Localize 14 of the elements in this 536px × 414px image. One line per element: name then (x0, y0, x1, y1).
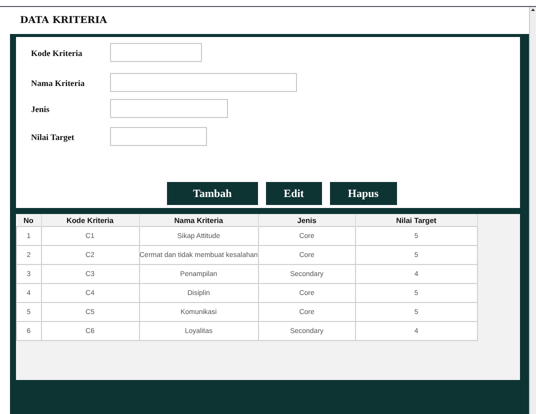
scrollbar[interactable] (529, 7, 536, 414)
input-field[interactable] (110, 99, 228, 118)
field-label: Jenis (31, 104, 50, 114)
scroll-up-icon[interactable] (530, 7, 536, 13)
field-label: Kode Kriteria (31, 48, 84, 58)
action-button[interactable]: Hapus (330, 182, 396, 205)
input-field[interactable] (110, 73, 297, 92)
input-field[interactable] (110, 127, 207, 146)
action-button[interactable]: Edit (266, 182, 322, 205)
input-field[interactable] (110, 43, 202, 62)
field-label: Nilai Target (31, 132, 76, 142)
page-title: DATA KRITERIA (20, 15, 107, 26)
action-button[interactable]: Tambah (167, 182, 258, 205)
field-label: Nama Kriteria (31, 78, 86, 88)
